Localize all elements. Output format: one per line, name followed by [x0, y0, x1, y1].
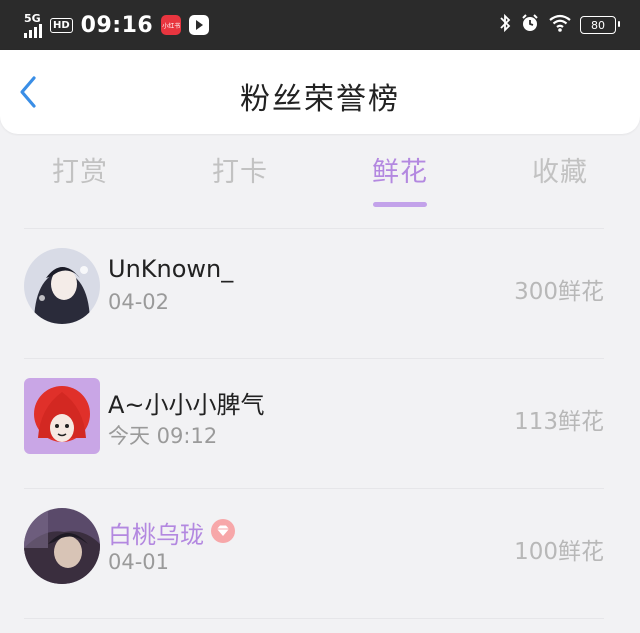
- hd-indicator: HD: [50, 17, 73, 33]
- divider: [24, 618, 604, 619]
- tab-label: 打赏: [52, 157, 108, 188]
- page-title: 粉丝荣誉榜: [240, 82, 400, 117]
- tab-label: 鲜花: [372, 157, 428, 188]
- tab-flowers[interactable]: 鲜花: [320, 150, 480, 210]
- fan-date: 04-01: [108, 550, 170, 574]
- fan-ranking-list: UnKnown_ 04-02 300鲜花 A~小小小脾气 今天 09:12 11…: [0, 228, 640, 632]
- list-end: [0, 618, 640, 632]
- status-bar-left: 5G HD 09:16 小红书: [24, 12, 210, 38]
- fan-name[interactable]: UnKnown_: [108, 255, 233, 283]
- battery-level: 80: [591, 18, 605, 32]
- status-bar-right: 80: [498, 13, 620, 37]
- tab-bar: 打赏 打卡 鲜花 收藏: [0, 150, 640, 210]
- network-type: 5G: [24, 11, 41, 25]
- signal-bars-icon: [24, 23, 42, 38]
- fan-name[interactable]: 白桃乌珑: [108, 515, 204, 550]
- wifi-icon: [548, 14, 572, 36]
- play-notification-icon: [189, 15, 210, 35]
- tab-label: 收藏: [532, 157, 588, 188]
- signal-indicator: 5G: [24, 13, 42, 38]
- list-item[interactable]: 白桃乌珑 04-01 100鲜花: [0, 488, 640, 618]
- list-item[interactable]: UnKnown_ 04-02 300鲜花: [0, 228, 640, 358]
- avatar[interactable]: [24, 248, 100, 324]
- diamond-badge-icon: [210, 518, 236, 544]
- battery-icon: 80: [580, 16, 620, 34]
- fan-date: 今天 09:12: [108, 424, 218, 448]
- active-tab-indicator: [373, 202, 427, 207]
- avatar[interactable]: [24, 378, 100, 454]
- flower-count: 113鲜花: [514, 409, 604, 435]
- list-item[interactable]: A~小小小脾气 今天 09:12 113鲜花: [0, 358, 640, 488]
- flower-count: 300鲜花: [514, 279, 604, 305]
- tab-label: 打卡: [212, 157, 268, 188]
- fan-name[interactable]: A~小小小脾气: [108, 385, 265, 420]
- xiaohongshu-notification-icon: 小红书: [161, 15, 182, 35]
- tab-reward[interactable]: 打赏: [0, 150, 160, 210]
- alarm-clock-icon: [520, 13, 540, 37]
- avatar[interactable]: [24, 508, 100, 584]
- bluetooth-icon: [498, 13, 512, 37]
- divider: [24, 358, 604, 359]
- page-header: 粉丝荣誉榜: [0, 50, 640, 134]
- tab-checkin[interactable]: 打卡: [160, 150, 320, 210]
- tab-favorites[interactable]: 收藏: [480, 150, 640, 210]
- flower-count: 100鲜花: [514, 539, 604, 565]
- divider: [24, 228, 604, 229]
- divider: [24, 488, 604, 489]
- fan-date: 04-02: [108, 290, 170, 314]
- clock-time: 09:16: [80, 12, 154, 38]
- status-bar: 5G HD 09:16 小红书 80: [0, 0, 640, 50]
